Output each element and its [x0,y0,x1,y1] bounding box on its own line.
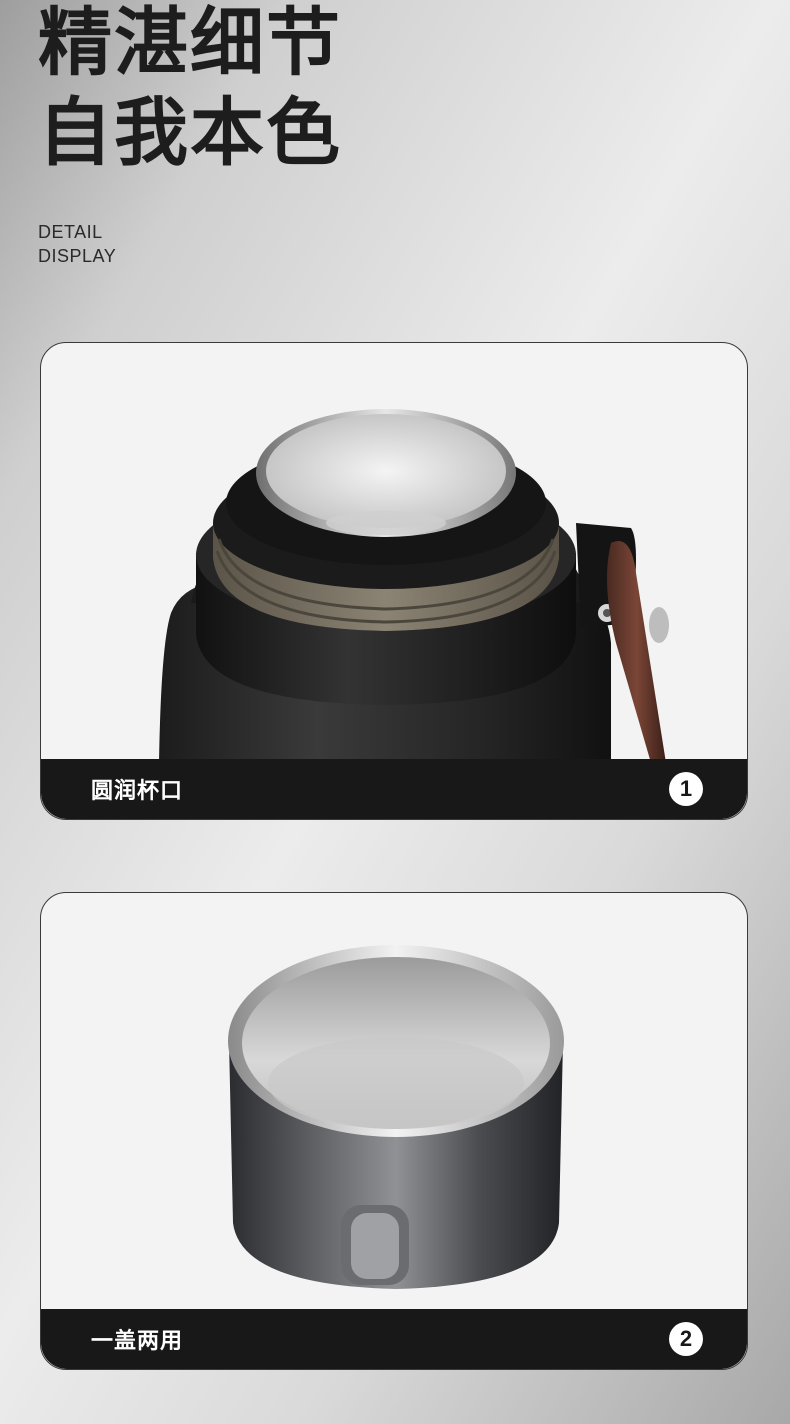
headline-line-2: 自我本色 [38,90,342,176]
number-badge: 2 [669,1322,703,1356]
cup-lid-image [228,945,564,1289]
caption-bar: 圆润杯口 1 [41,759,747,819]
number-badge: 1 [669,772,703,806]
detail-card-lid: 一盖两用 2 [40,892,748,1370]
caption-bar: 一盖两用 2 [41,1309,747,1369]
bottle-mouth-image [159,409,669,763]
subtitle-line-2: DISPLAY [38,246,117,266]
headline-line-1: 精湛细节 [38,0,342,86]
detail-card-mouth: 圆润杯口 1 [40,342,748,820]
caption-text: 一盖两用 [91,1329,184,1354]
caption-text: 圆润杯口 [91,779,184,804]
subtitle-line-1: DETAIL [38,222,103,242]
